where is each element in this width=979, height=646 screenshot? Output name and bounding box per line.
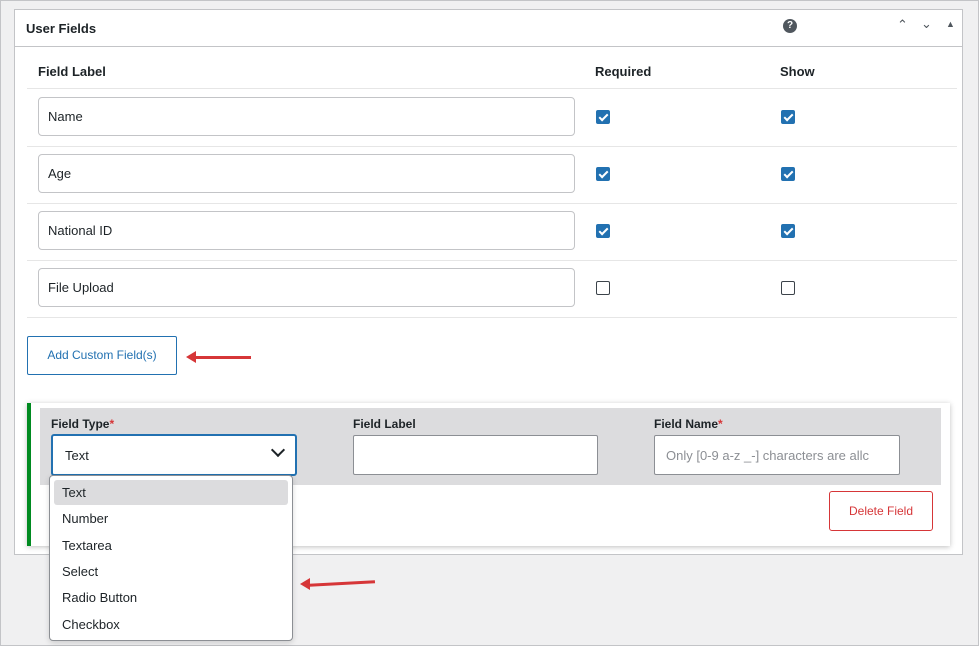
- field-label-box[interactable]: National ID: [38, 211, 575, 250]
- table-row: File Upload: [27, 260, 957, 318]
- column-header-label: Field Label: [38, 64, 106, 79]
- show-checkbox[interactable]: [781, 224, 795, 238]
- field-name-label: Field Name*: [654, 417, 723, 431]
- help-icon[interactable]: ?: [783, 19, 797, 33]
- field-label-label: Field Label: [353, 417, 416, 431]
- annotation-arrow: [194, 356, 251, 359]
- add-custom-field-button[interactable]: Add Custom Field(s): [27, 336, 177, 375]
- dropdown-option[interactable]: Radio Button: [54, 585, 288, 610]
- panel-header: User Fields ? ⌃ ⌄ ▲: [15, 10, 962, 47]
- chevron-down-icon: [270, 442, 286, 458]
- table-row: Name: [27, 89, 957, 147]
- field-label-text: Age: [48, 166, 72, 181]
- annotation-arrow-head: [186, 351, 196, 363]
- field-label-text: National ID: [48, 223, 113, 238]
- field-type-dropdown: Text Number Textarea Select Radio Button…: [49, 475, 293, 641]
- show-checkbox[interactable]: [781, 110, 795, 124]
- dropdown-option[interactable]: Number: [54, 506, 288, 531]
- field-label-input[interactable]: [353, 435, 598, 475]
- table-header: Field Label Required Show: [27, 46, 957, 89]
- required-checkbox[interactable]: [596, 224, 610, 238]
- required-checkbox[interactable]: [596, 281, 610, 295]
- annotation-arrow-head: [300, 578, 310, 590]
- field-label-text: File Upload: [48, 280, 114, 295]
- table-row: National ID: [27, 203, 957, 261]
- column-header-required: Required: [595, 64, 652, 79]
- custom-field-band: Field Type* Field Label Field Name* Text: [40, 408, 941, 485]
- required-checkbox[interactable]: [596, 110, 610, 124]
- required-marker: *: [109, 417, 115, 431]
- field-type-value: Text: [65, 448, 89, 463]
- table-row: Age: [27, 146, 957, 204]
- required-marker: *: [718, 417, 723, 431]
- delete-field-button[interactable]: Delete Field: [829, 491, 933, 531]
- show-checkbox[interactable]: [781, 281, 795, 295]
- field-label-box[interactable]: Name: [38, 97, 575, 136]
- column-header-show: Show: [780, 64, 815, 79]
- required-checkbox[interactable]: [596, 167, 610, 181]
- field-type-label: Field Type*: [51, 417, 114, 431]
- dropdown-option[interactable]: Text: [54, 480, 288, 505]
- field-label-box[interactable]: Age: [38, 154, 575, 193]
- chevron-down-icon[interactable]: ⌄: [921, 16, 932, 32]
- field-name-label-text: Field Name: [654, 417, 719, 431]
- dropdown-option[interactable]: Select: [54, 559, 288, 584]
- dropdown-option[interactable]: Textarea: [54, 533, 288, 558]
- field-label-box[interactable]: File Upload: [38, 268, 575, 307]
- triangle-up-icon[interactable]: ▲: [946, 19, 955, 29]
- field-type-select[interactable]: Text: [51, 434, 297, 476]
- field-label-text: Name: [48, 109, 83, 124]
- show-checkbox[interactable]: [781, 167, 795, 181]
- dropdown-option[interactable]: Checkbox: [54, 612, 288, 637]
- field-type-label-text: Field Type: [51, 417, 110, 431]
- chevron-up-icon[interactable]: ⌃: [897, 17, 908, 33]
- field-name-input[interactable]: [654, 435, 900, 475]
- panel-title: User Fields: [26, 21, 97, 36]
